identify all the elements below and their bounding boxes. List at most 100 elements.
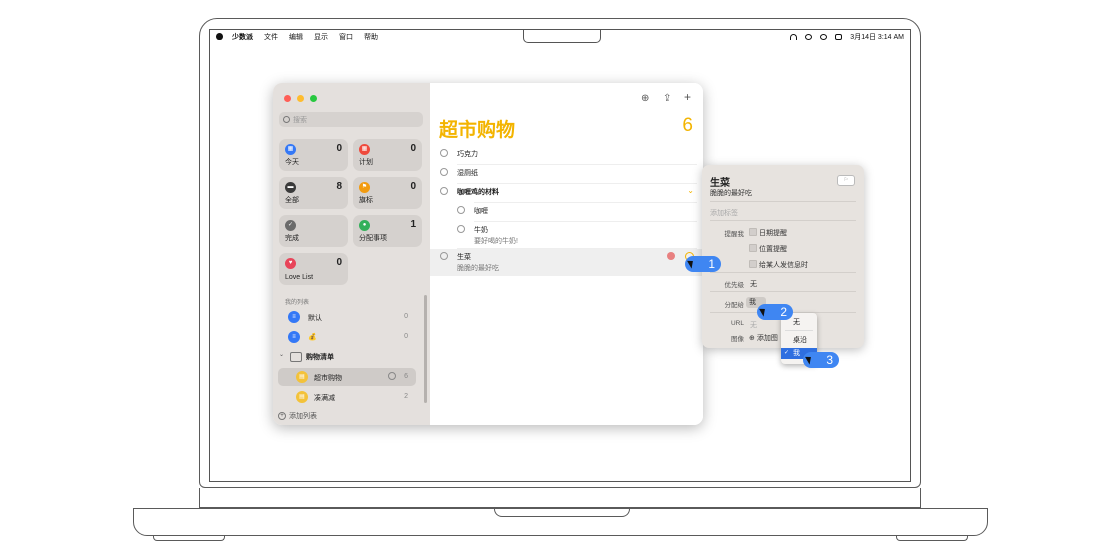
smart-list-today[interactable]: ▦ 0 今天: [279, 139, 348, 171]
url-label: URL: [730, 320, 744, 327]
smart-list-love-list[interactable]: ♥ 0 Love List: [279, 253, 348, 285]
list-count: 0: [404, 313, 408, 320]
reminder-row[interactable]: 巧克力: [430, 146, 703, 164]
basket-icon: ▤: [296, 391, 308, 403]
camera-notch: [523, 30, 601, 43]
smart-list-label: 全部: [285, 197, 299, 204]
callout-number: 2: [780, 305, 787, 319]
menu-view[interactable]: 显示: [314, 32, 328, 42]
reminder-subtask-row[interactable]: 牛奶 要好喝的牛奶!: [430, 222, 703, 248]
add-reminder-icon[interactable]: +: [684, 90, 691, 104]
close-button[interactable]: [284, 95, 291, 102]
menu-file[interactable]: 文件: [264, 32, 278, 42]
smart-list-all[interactable]: ▬ 8 全部: [279, 177, 348, 209]
message-reminder-checkbox[interactable]: [749, 260, 757, 268]
minimize-button[interactable]: [297, 95, 304, 102]
reminder-note[interactable]: 要好喝的牛奶!: [474, 236, 518, 246]
info-title[interactable]: 生菜: [710, 174, 730, 189]
tray-icon: ▬: [285, 182, 296, 193]
remind-me-label: 提醒我: [724, 231, 745, 238]
reminder-row[interactable]: 湿厕纸: [430, 165, 703, 183]
smart-list-count: 0: [410, 143, 416, 154]
smart-list-scheduled[interactable]: ▦ 0 计划: [353, 139, 422, 171]
add-list-button[interactable]: + 添加列表: [278, 411, 317, 421]
date-reminder-label[interactable]: 日期提醒: [759, 228, 787, 238]
wifi-icon[interactable]: [790, 33, 798, 40]
sidebar: 搜索 ▦ 0 今天 ▦ 0 计划 ▬ 8 全部 ⚑ 0 旗标 ✓ 完成 ● 1: [273, 83, 430, 425]
menu-divider: [785, 330, 813, 331]
list-group-label[interactable]: 购物清单: [306, 352, 334, 362]
zoom-button[interactable]: [310, 95, 317, 102]
spotlight-search-icon[interactable]: [805, 33, 813, 40]
flag-toggle-icon[interactable]: ⚐: [837, 175, 855, 186]
message-reminder-label[interactable]: 给某人发信息时: [759, 260, 808, 270]
search-icon: [283, 116, 290, 123]
sidebar-scrollbar[interactable]: [424, 295, 427, 403]
list-item-default[interactable]: ≡ 默认 0: [278, 308, 416, 326]
calendar-scheduled-icon: ▦: [359, 144, 370, 155]
shared-person-icon: [388, 372, 396, 380]
reminder-title[interactable]: 生菜: [457, 252, 471, 262]
reminder-title[interactable]: 牛奶: [474, 225, 488, 235]
reminder-title[interactable]: 咖喱: [474, 206, 488, 216]
reminder-checkbox[interactable]: [457, 225, 465, 233]
reminder-row-selected[interactable]: 生菜 脆脆的最好吃: [430, 249, 703, 276]
user-account-icon[interactable]: [820, 33, 828, 40]
reminder-checkbox[interactable]: [457, 206, 465, 214]
control-center-icon[interactable]: [835, 33, 843, 40]
laptop-foot-right: [896, 536, 968, 541]
add-tag-field[interactable]: 添加标签: [710, 208, 738, 218]
list-item-supermarket[interactable]: ▤ 超市购物 6: [278, 368, 416, 386]
smart-list-assigned[interactable]: ● 1 分配事项: [353, 215, 422, 247]
assign-option-zhuoyan[interactable]: 桌沿: [781, 335, 817, 346]
date-reminder-checkbox[interactable]: [749, 228, 757, 236]
smart-list-flagged[interactable]: ⚑ 0 旗标: [353, 177, 422, 209]
smart-list-label: 分配事项: [359, 235, 387, 242]
list-label: 默认: [308, 315, 322, 322]
list-item-money[interactable]: ≡ 💰 0: [278, 328, 416, 346]
reminder-title[interactable]: 湿厕纸: [457, 168, 478, 178]
reminder-row-parent[interactable]: 咖喱鸡的材料 ⌄: [430, 184, 703, 202]
reminder-title[interactable]: 巧克力: [457, 149, 478, 159]
info-note[interactable]: 脆脆的最好吃: [710, 188, 752, 198]
share-person-icon[interactable]: ⊕: [641, 93, 649, 104]
reminder-subtask-row[interactable]: 咖喱: [430, 203, 703, 221]
menu-help[interactable]: 帮助: [364, 32, 378, 42]
list-item-discount[interactable]: ▤ 凑满减 2: [278, 388, 416, 406]
smart-list-count: 8: [336, 181, 342, 192]
url-field[interactable]: 无: [750, 320, 757, 330]
list-total-count: 6: [682, 115, 693, 136]
search-placeholder: 搜索: [293, 116, 307, 124]
option-label: 无: [793, 319, 800, 326]
menu-clock[interactable]: 3月14日 3:14 AM: [850, 32, 904, 42]
list-count: 2: [404, 393, 408, 400]
reminder-checkbox[interactable]: [440, 149, 448, 157]
menu-app-name[interactable]: 少数派: [232, 32, 253, 42]
reminder-checkbox[interactable]: [440, 187, 448, 195]
smart-list-completed[interactable]: ✓ 完成: [279, 215, 348, 247]
reminder-list-pane: ⊕ ⇪ + 超市购物 6 巧克力 湿厕纸 咖喱鸡的材料 ⌄ 咖喱 牛奶 要好喝的: [430, 83, 703, 425]
share-icon[interactable]: ⇪: [663, 93, 671, 104]
list-count: 0: [404, 333, 408, 340]
chevron-down-icon[interactable]: ⌄: [687, 186, 694, 195]
list-count: 6: [404, 373, 408, 380]
location-reminder-label[interactable]: 位置提醒: [759, 244, 787, 254]
reminder-checkbox[interactable]: [440, 168, 448, 176]
reminder-title[interactable]: 咖喱鸡的材料: [457, 187, 499, 197]
menu-window[interactable]: 窗口: [339, 32, 353, 42]
search-field[interactable]: 搜索: [279, 112, 423, 127]
list-title: 超市购物: [439, 120, 516, 141]
laptop-thumb-notch: [494, 508, 630, 517]
menu-edit[interactable]: 编辑: [289, 32, 303, 42]
location-reminder-checkbox[interactable]: [749, 244, 757, 252]
apple-icon[interactable]: [216, 33, 223, 40]
chevron-down-icon[interactable]: ⌄: [279, 351, 284, 358]
reminder-note[interactable]: 脆脆的最好吃: [457, 263, 499, 273]
list-label: 凑满减: [314, 395, 335, 402]
assign-value: 我: [749, 299, 756, 306]
reminder-checkbox[interactable]: [440, 252, 448, 260]
smart-list-count: 0: [336, 257, 342, 268]
menu-extras: 3月14日 3:14 AM: [790, 30, 904, 43]
add-image-button[interactable]: ⊕ 添加图: [749, 333, 778, 343]
priority-select[interactable]: 无: [750, 279, 757, 289]
